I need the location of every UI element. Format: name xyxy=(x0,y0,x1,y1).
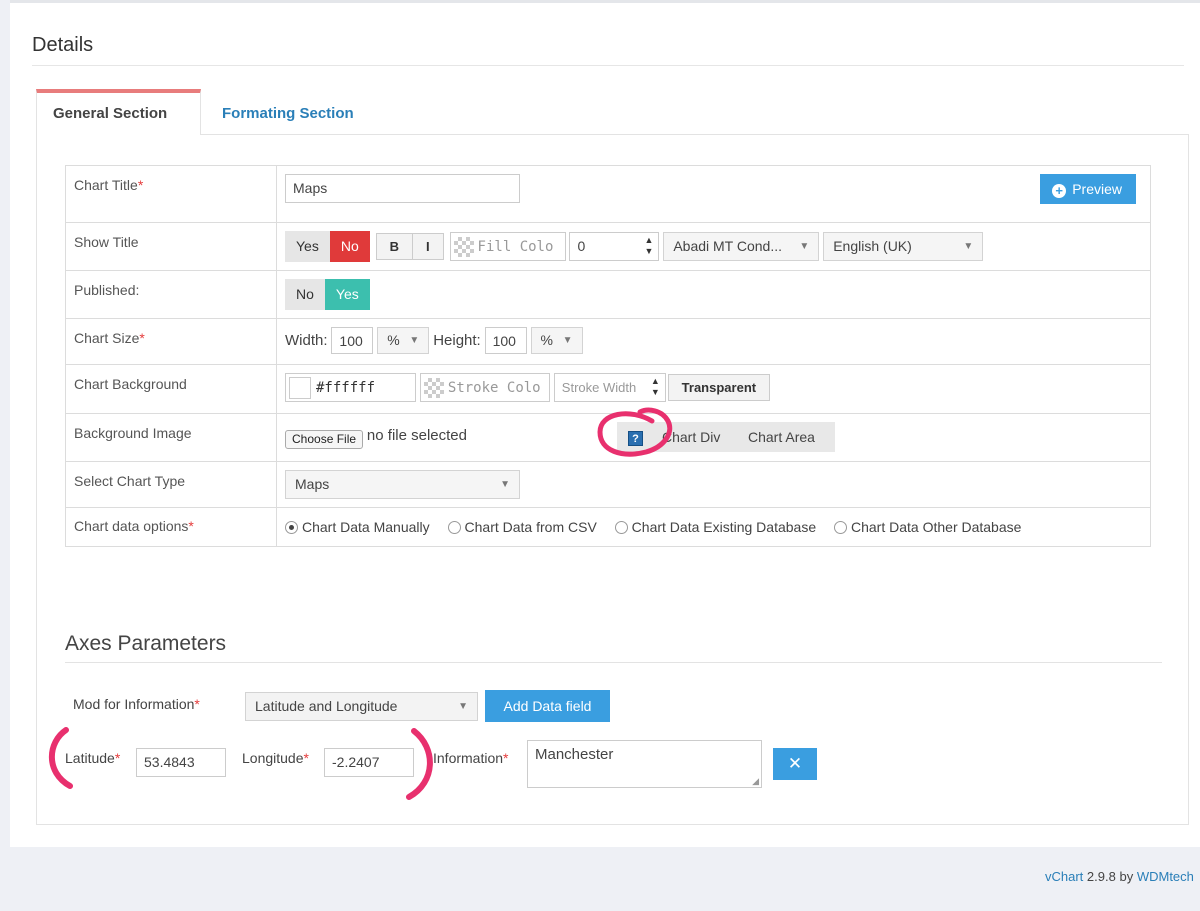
general-section-pane: Chart Title* Maps + Preview Show Title Ye… xyxy=(36,134,1189,825)
axes-parameters-title: Axes Parameters xyxy=(65,632,227,655)
radio-unchecked-icon xyxy=(614,521,628,534)
row-background-image: Background Image Choose File no file sel… xyxy=(65,413,1151,462)
stroke-width-input[interactable]: Stroke Width ▲ ▼ xyxy=(553,373,666,402)
caret-down-icon: ▼ xyxy=(458,701,468,712)
background-image-label: Background Image xyxy=(65,413,277,462)
chart-area-option[interactable]: Chart Area xyxy=(748,422,815,452)
footer-app-link[interactable]: vChart xyxy=(1045,869,1083,884)
tab-formating-section[interactable]: Formating Section xyxy=(206,89,370,135)
close-icon: ✕ xyxy=(787,754,803,773)
chart-type-label: Select Chart Type xyxy=(65,461,277,508)
language-select[interactable]: English (UK) ▼ xyxy=(823,232,984,261)
radio-unchecked-icon xyxy=(447,521,461,534)
show-title-toggle: Yes No xyxy=(285,231,370,262)
page-title: Details xyxy=(32,34,94,56)
information-textarea[interactable]: Manchester ◢ xyxy=(527,740,762,788)
preview-button[interactable]: + Preview xyxy=(1040,174,1136,204)
published-label: Published: xyxy=(65,270,277,319)
caret-down-icon: ▼ xyxy=(562,335,573,346)
caret-down-icon: ▼ xyxy=(409,335,420,346)
longitude-label: Longitude* xyxy=(242,750,309,766)
show-title-label: Show Title xyxy=(65,222,277,271)
row-show-title: Show Title Yes No BI Fill Colo 0 ▲ ▼ Abadi … xyxy=(65,222,1151,271)
width-input[interactable]: 100 xyxy=(331,327,374,354)
height-label: Height: xyxy=(433,332,481,349)
width-label: Width: xyxy=(285,332,328,349)
caret-down-icon: ▼ xyxy=(500,479,510,490)
caret-down-icon: ▼ xyxy=(799,241,810,252)
show-title-yes[interactable]: Yes xyxy=(285,231,330,262)
footer-version: 2.9.8 xyxy=(1086,869,1116,884)
tab-bar: General Section Formating Section xyxy=(36,89,1189,135)
row-chart-background: Chart Background #ffffff Stroke Colo Str… xyxy=(65,364,1151,414)
footer-vendor-link[interactable]: WDMtech xyxy=(1137,869,1194,884)
published-no[interactable]: No xyxy=(285,279,325,310)
help-icon[interactable]: ? xyxy=(628,431,643,446)
row-data-options: Chart data options* Chart Data Manually … xyxy=(65,507,1151,547)
fill-color-input[interactable]: Fill Colo xyxy=(449,232,566,261)
row-chart-title: Chart Title* Maps + Preview xyxy=(65,165,1151,223)
information-label: Information* xyxy=(433,750,509,766)
width-unit-select[interactable]: % ▼ xyxy=(377,327,430,354)
radio-chart-data-csv[interactable]: Chart Data from CSV xyxy=(447,519,597,535)
main-panel: Details General Section Formating Sectio… xyxy=(10,0,1200,847)
no-file-text: no file selected xyxy=(366,427,467,444)
chart-title-label: Chart Title* xyxy=(65,165,277,223)
latitude-label: Latitude* xyxy=(65,750,121,766)
row-chart-size: Chart Size* Width: 100 % ▼ Height: 100 % ▼ xyxy=(65,318,1151,365)
chart-target-toggle: ? Chart Div Chart Area xyxy=(617,422,835,452)
data-options-label: Chart data options* xyxy=(65,507,277,547)
radio-chart-data-manually[interactable]: Chart Data Manually xyxy=(285,519,430,535)
spinner-icon[interactable]: ▲ ▼ xyxy=(651,376,660,398)
row-chart-type: Select Chart Type Maps ▼ xyxy=(65,461,1151,508)
remove-field-button[interactable]: ✕ xyxy=(773,748,817,780)
transparent-swatch-icon xyxy=(423,378,444,399)
tab-general-section[interactable]: General Section xyxy=(36,89,201,135)
caret-down-icon: ▼ xyxy=(963,241,974,252)
transparent-button[interactable]: Transparent xyxy=(667,374,771,401)
bold-button[interactable]: B xyxy=(375,233,414,260)
font-size-input[interactable]: 0 ▲ ▼ xyxy=(569,232,660,261)
longitude-input[interactable]: -2.2407 xyxy=(324,748,414,777)
chart-size-label: Chart Size* xyxy=(65,318,277,365)
mod-information-label: Mod for Information* xyxy=(73,696,200,712)
chart-title-input[interactable]: Maps xyxy=(285,174,520,203)
font-family-select[interactable]: Abadi MT Cond... ▼ xyxy=(663,232,820,261)
title-divider xyxy=(32,65,1184,66)
chart-div-option[interactable]: Chart Div xyxy=(662,422,720,452)
footer-by: by xyxy=(1119,869,1134,884)
radio-checked-icon xyxy=(285,521,298,534)
radio-unchecked-icon xyxy=(834,521,847,534)
show-title-no[interactable]: No xyxy=(329,231,370,262)
mod-information-select[interactable]: Latitude and Longitude ▼ xyxy=(245,692,478,721)
axes-divider xyxy=(65,662,1162,663)
chart-settings-table: Chart Title* Maps + Preview Show Title Ye… xyxy=(65,165,1151,547)
published-yes[interactable]: Yes xyxy=(324,279,370,310)
chart-type-select[interactable]: Maps ▼ xyxy=(285,470,520,499)
radio-chart-data-existing-db[interactable]: Chart Data Existing Database xyxy=(614,519,816,535)
chart-background-label: Chart Background xyxy=(65,364,277,414)
latitude-input[interactable]: 53.4843 xyxy=(136,748,226,777)
footer: vChart 2.9.8 by WDMtech xyxy=(1045,869,1194,884)
color-swatch xyxy=(289,377,311,400)
row-published: Published: No Yes xyxy=(65,270,1151,319)
spinner-icon[interactable]: ▲ ▼ xyxy=(645,235,654,257)
choose-file-button[interactable]: Choose File xyxy=(285,430,364,449)
height-unit-select[interactable]: % ▼ xyxy=(530,327,583,354)
plus-circle-icon: + xyxy=(1052,184,1067,198)
background-color-input[interactable]: #ffffff xyxy=(285,373,416,402)
italic-button[interactable]: I xyxy=(412,233,444,260)
add-data-field-button[interactable]: Add Data field xyxy=(485,690,610,722)
resize-handle-icon[interactable]: ◢ xyxy=(752,776,759,787)
published-toggle: No Yes xyxy=(285,279,370,310)
transparent-swatch-icon xyxy=(453,237,474,258)
radio-chart-data-other-db[interactable]: Chart Data Other Database xyxy=(834,519,1021,535)
stroke-color-input[interactable]: Stroke Colo xyxy=(419,373,550,402)
height-input[interactable]: 100 xyxy=(484,327,527,354)
